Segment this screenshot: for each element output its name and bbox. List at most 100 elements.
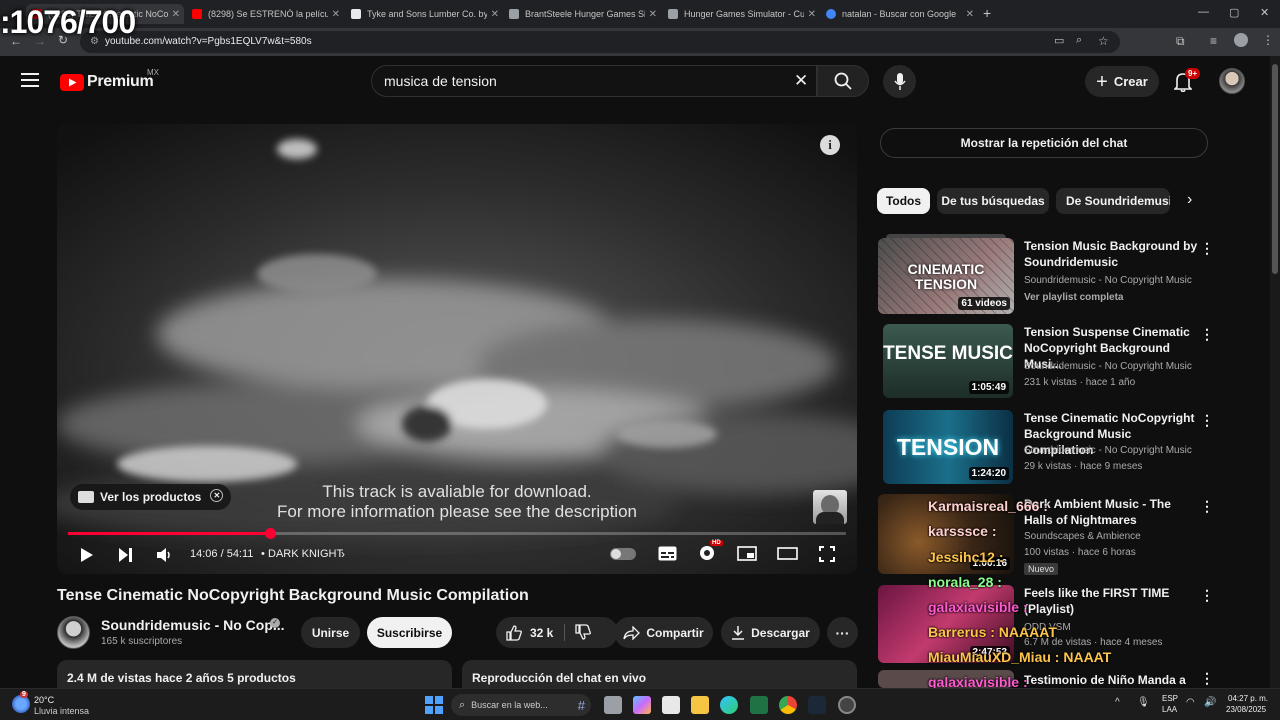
channel-watermark[interactable] bbox=[813, 490, 847, 524]
like-button[interactable]: 32 k bbox=[496, 617, 564, 648]
more-vert-icon[interactable]: ⋮ bbox=[1200, 240, 1214, 257]
recommendation-item[interactable]: TENSE MUSIC 1:05:49 Tension Suspense Cin… bbox=[878, 324, 1218, 404]
description-box[interactable]: 2.4 M de vistas hace 2 años 5 productos bbox=[57, 660, 452, 690]
channel-name[interactable]: Soundridemusic - No Cop... bbox=[101, 617, 285, 633]
windows-start-icon[interactable] bbox=[425, 696, 443, 714]
url-field[interactable]: ⚙ youtube.com/watch?v=Pgbs1EQLV7w&t=580s… bbox=[80, 31, 1120, 53]
chips-scroll-right-icon[interactable]: › bbox=[1187, 191, 1192, 209]
clock-date[interactable]: 23/08/2025 bbox=[1226, 705, 1266, 714]
obs-icon[interactable] bbox=[838, 696, 856, 714]
show-chat-replay-button[interactable]: Mostrar la repetición del chat bbox=[880, 128, 1208, 158]
hamburger-menu-icon[interactable] bbox=[21, 73, 39, 87]
search-button[interactable] bbox=[817, 65, 869, 97]
weather-icon[interactable] bbox=[12, 695, 30, 713]
download-button[interactable]: Descargar bbox=[721, 617, 820, 648]
chip-all[interactable]: Todos bbox=[877, 188, 930, 214]
recommendation-item[interactable]: CINEMATIC TENSION 61 videos Tension Musi… bbox=[878, 234, 1218, 318]
chip-from-channel[interactable]: De Soundridemusic bbox=[1056, 188, 1170, 214]
zoom-icon[interactable]: ⌕ bbox=[1076, 34, 1082, 47]
more-actions-button[interactable]: ··· bbox=[827, 617, 858, 648]
join-button[interactable]: Unirse bbox=[301, 617, 360, 648]
steam-icon[interactable] bbox=[808, 696, 826, 714]
clock-time[interactable]: 04:27 p. m. bbox=[1228, 694, 1268, 703]
next-icon[interactable] bbox=[118, 547, 133, 563]
subtitles-icon[interactable] bbox=[658, 546, 677, 561]
tab[interactable]: natalan - Buscar con Google ✕ bbox=[820, 4, 978, 24]
close-tab-icon[interactable]: ✕ bbox=[172, 9, 180, 20]
reading-list-icon[interactable]: ≡ bbox=[1210, 34, 1217, 48]
close-tab-icon[interactable]: ✕ bbox=[649, 9, 657, 20]
voice-search-button[interactable] bbox=[883, 65, 916, 98]
tab[interactable]: (8298) Se ESTRENÓ la película ✕ bbox=[186, 4, 344, 24]
play-icon[interactable] bbox=[80, 547, 94, 563]
more-vert-icon[interactable]: ⋮ bbox=[1200, 587, 1214, 604]
settings-gear-icon bbox=[700, 546, 714, 560]
language-code[interactable]: ESP bbox=[1162, 694, 1178, 703]
progress-bar[interactable] bbox=[68, 528, 846, 539]
more-vert-icon[interactable]: ⋮ bbox=[1200, 412, 1214, 429]
close-tab-icon[interactable]: ✕ bbox=[966, 9, 974, 20]
account-avatar[interactable] bbox=[1219, 68, 1245, 94]
clear-search-icon[interactable]: ✕ bbox=[794, 71, 808, 91]
search-input[interactable]: musica de tension ✕ bbox=[371, 65, 817, 97]
info-card-icon[interactable]: i bbox=[820, 135, 840, 155]
settings-button[interactable]: HD bbox=[698, 540, 723, 567]
close-window-icon[interactable]: ✕ bbox=[1260, 6, 1269, 19]
taskbar-search[interactable]: ⌕ Buscar en la web... # bbox=[451, 694, 591, 716]
scrollbar-thumb[interactable] bbox=[1272, 64, 1278, 274]
tab[interactable]: BrantSteele Hunger Games Sim ✕ bbox=[503, 4, 661, 24]
theater-mode-icon[interactable] bbox=[777, 546, 798, 561]
cast-icon[interactable]: ▭ bbox=[1054, 34, 1064, 47]
rec-title: Tension Music Background by Soundridemus… bbox=[1024, 239, 1198, 269]
edge-icon[interactable] bbox=[720, 696, 738, 714]
dislike-button[interactable] bbox=[575, 624, 591, 645]
notifications-button[interactable]: 9+ bbox=[1173, 68, 1201, 97]
store-icon[interactable] bbox=[662, 696, 680, 714]
speaker-icon[interactable]: 🔊 bbox=[1204, 697, 1216, 708]
recommendation-item[interactable]: TENSION 1:24:20 Tense Cinematic NoCopyri… bbox=[878, 410, 1218, 490]
new-tab-icon[interactable]: + bbox=[983, 5, 991, 21]
chrome-icon[interactable] bbox=[779, 696, 797, 714]
channel-avatar[interactable] bbox=[57, 616, 90, 649]
minimize-icon[interactable]: — bbox=[1198, 6, 1209, 18]
extensions-icon[interactable]: ⧉ bbox=[1176, 34, 1185, 49]
copilot-icon[interactable] bbox=[633, 696, 651, 714]
close-tab-icon[interactable]: ✕ bbox=[491, 9, 499, 20]
wifi-icon[interactable]: ◠ bbox=[1186, 697, 1195, 708]
view-full-playlist[interactable]: Ver playlist completa bbox=[1024, 292, 1124, 303]
bookmark-star-icon[interactable]: ☆ bbox=[1098, 34, 1109, 48]
close-tab-icon[interactable]: ✕ bbox=[808, 9, 816, 20]
task-view-icon[interactable] bbox=[604, 696, 622, 714]
browser-menu-icon[interactable]: ⋮ bbox=[1262, 33, 1274, 47]
scrubber-handle[interactable] bbox=[264, 528, 276, 539]
excel-icon[interactable] bbox=[750, 696, 768, 714]
keyboard-layout[interactable]: LAA bbox=[1162, 705, 1177, 714]
youtube-logo[interactable]: Premium bbox=[60, 73, 154, 91]
more-vert-icon[interactable]: ⋮ bbox=[1200, 498, 1214, 515]
tab[interactable]: Tyke and Sons Lumber Co. by M ✕ bbox=[345, 4, 503, 24]
miniplayer-icon[interactable] bbox=[737, 546, 757, 561]
close-tab-icon[interactable]: ✕ bbox=[332, 9, 340, 20]
share-button[interactable]: Compartir bbox=[614, 617, 713, 648]
chapter-title[interactable]: DARK KNIGHT bbox=[268, 548, 343, 560]
maximize-icon[interactable]: ▢ bbox=[1229, 6, 1239, 19]
subscribe-button[interactable]: Suscribirse bbox=[367, 617, 452, 648]
dismiss-products-icon[interactable]: ✕ bbox=[210, 489, 224, 502]
more-vert-icon[interactable]: ⋮ bbox=[1200, 670, 1214, 687]
tray-mic-icon[interactable]: 🎙 bbox=[1137, 697, 1150, 708]
page-scrollbar[interactable] bbox=[1270, 56, 1280, 688]
create-button[interactable]: + Crear bbox=[1085, 66, 1159, 97]
chevron-right-icon[interactable]: › bbox=[341, 547, 345, 561]
volume-icon[interactable] bbox=[156, 547, 171, 563]
profile-avatar-icon[interactable] bbox=[1234, 33, 1248, 47]
chat-overlay-name: Karmaisreal_666 : bbox=[928, 498, 1048, 514]
chip-from-searches[interactable]: De tus búsquedas bbox=[937, 188, 1049, 214]
products-chip[interactable]: Ver los productos ✕ bbox=[70, 484, 232, 510]
autoplay-toggle[interactable] bbox=[610, 548, 636, 560]
file-explorer-icon[interactable] bbox=[691, 696, 709, 714]
more-vert-icon[interactable]: ⋮ bbox=[1200, 326, 1214, 343]
video-player[interactable]: i This track is avaliable for download. … bbox=[57, 124, 857, 574]
tray-chevron-icon[interactable]: ^ bbox=[1115, 697, 1120, 708]
fullscreen-icon[interactable] bbox=[819, 546, 835, 562]
tab[interactable]: Hunger Games Simulator - Cust ✕ bbox=[662, 4, 820, 24]
